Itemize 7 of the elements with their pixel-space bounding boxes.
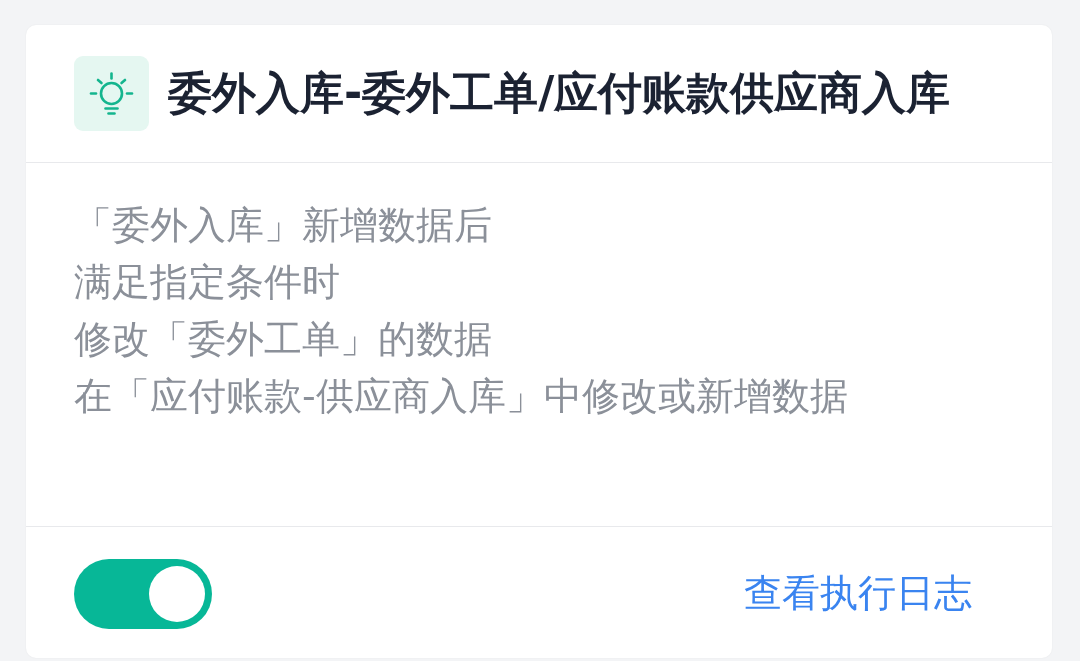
description-line: 修改「委外工单」的数据 — [74, 316, 493, 363]
description-line: 满足指定条件时 — [74, 259, 341, 306]
card-title: 委外入库-委外工单/应付账款供应商入库 — [168, 67, 951, 120]
view-log-link[interactable]: 查看执行日志 — [744, 571, 972, 617]
description-line: 「委外入库」新增数据后 — [74, 202, 493, 249]
lightbulb-icon — [74, 56, 149, 131]
description-line: 在「应付账款-供应商入库」中修改或新增数据 — [74, 373, 849, 420]
